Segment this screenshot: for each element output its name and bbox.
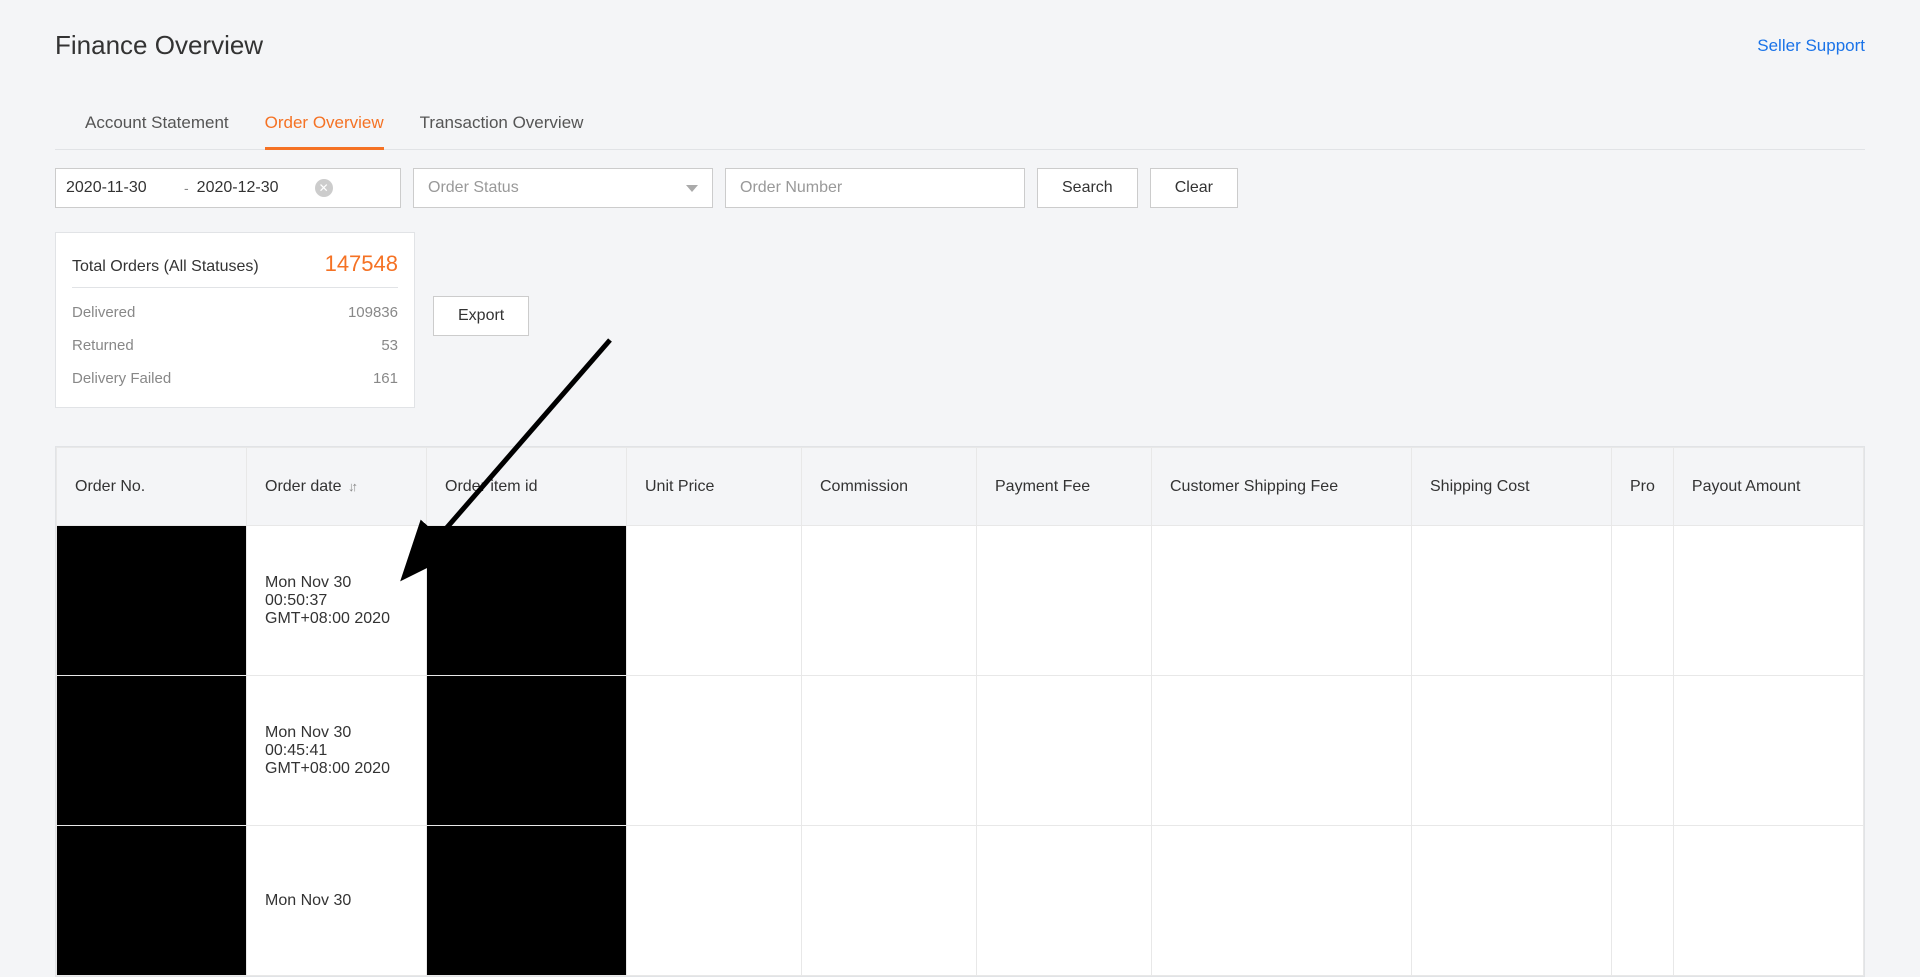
col-payout-amount[interactable]: Payout Amount — [1673, 448, 1863, 526]
col-unit-price[interactable]: Unit Price — [627, 448, 802, 526]
cell-payment-fee — [977, 676, 1152, 826]
tab-account-statement[interactable]: Account Statement — [85, 99, 229, 150]
filter-bar: - ✕ Order Status Search Clear — [55, 168, 1865, 208]
cell-payout-amount — [1673, 676, 1863, 826]
cell-order-date: Mon Nov 30 — [247, 826, 427, 976]
summary-row-delivery-failed: Delivery Failed 161 — [72, 362, 398, 395]
col-pro[interactable]: Pro — [1612, 448, 1674, 526]
summary-row-delivered: Delivered 109836 — [72, 296, 398, 329]
cell-pro — [1612, 826, 1674, 976]
table-header-row: Order No. Order date ↓↑ Order item id Un… — [57, 448, 1864, 526]
clear-date-icon[interactable]: ✕ — [315, 179, 333, 197]
cell-unit-price — [627, 526, 802, 676]
cell-pro — [1612, 526, 1674, 676]
summary-total-value: 147548 — [325, 251, 398, 277]
chevron-down-icon — [686, 185, 698, 192]
col-order-date[interactable]: Order date ↓↑ — [247, 448, 427, 526]
cell-shipping-cost — [1412, 526, 1612, 676]
cell-order-item-id-redacted — [427, 826, 627, 976]
cell-order-item-id-redacted — [427, 526, 627, 676]
cell-shipping-cost — [1412, 826, 1612, 976]
cell-customer-shipping-fee — [1152, 826, 1412, 976]
col-shipping-cost[interactable]: Shipping Cost — [1412, 448, 1612, 526]
tab-order-overview[interactable]: Order Overview — [265, 99, 384, 150]
summary-total-label: Total Orders (All Statuses) — [72, 258, 259, 276]
cell-unit-price — [627, 676, 802, 826]
cell-commission — [802, 676, 977, 826]
cell-pro — [1612, 676, 1674, 826]
order-status-placeholder: Order Status — [428, 179, 519, 197]
cell-order-date: Mon Nov 30 00:45:41 GMT+08:00 2020 — [247, 676, 427, 826]
date-from-input[interactable] — [66, 179, 176, 197]
cell-shipping-cost — [1412, 676, 1612, 826]
cell-order-date: Mon Nov 30 00:50:37 GMT+08:00 2020 — [247, 526, 427, 676]
cell-customer-shipping-fee — [1152, 526, 1412, 676]
summary-row-returned: Returned 53 — [72, 329, 398, 362]
order-number-input[interactable] — [725, 168, 1025, 208]
order-status-select[interactable]: Order Status — [413, 168, 713, 208]
col-customer-shipping-fee[interactable]: Customer Shipping Fee — [1152, 448, 1412, 526]
cell-order-no-redacted — [57, 826, 247, 976]
table-row[interactable]: Mon Nov 30 00:50:37 GMT+08:00 2020 — [57, 526, 1864, 676]
cell-payout-amount — [1673, 826, 1863, 976]
cell-order-no-redacted — [57, 526, 247, 676]
cell-order-item-id-redacted — [427, 676, 627, 826]
cell-payment-fee — [977, 526, 1152, 676]
date-to-input[interactable] — [197, 179, 307, 197]
cell-commission — [802, 826, 977, 976]
col-payment-fee[interactable]: Payment Fee — [977, 448, 1152, 526]
table-row[interactable]: Mon Nov 30 — [57, 826, 1864, 976]
cell-order-no-redacted — [57, 676, 247, 826]
cell-payout-amount — [1673, 526, 1863, 676]
cell-payment-fee — [977, 826, 1152, 976]
cell-commission — [802, 526, 977, 676]
tabs: Account Statement Order Overview Transac… — [55, 99, 1865, 150]
col-order-item-id[interactable]: Order item id — [427, 448, 627, 526]
summary-card: Total Orders (All Statuses) 147548 Deliv… — [55, 232, 415, 408]
clear-button[interactable]: Clear — [1150, 168, 1238, 208]
cell-customer-shipping-fee — [1152, 676, 1412, 826]
date-separator: - — [184, 180, 189, 196]
cell-unit-price — [627, 826, 802, 976]
tab-transaction-overview[interactable]: Transaction Overview — [420, 99, 584, 150]
orders-table: Order No. Order date ↓↑ Order item id Un… — [55, 446, 1865, 977]
date-range-picker[interactable]: - ✕ — [55, 168, 401, 208]
table-row[interactable]: Mon Nov 30 00:45:41 GMT+08:00 2020 — [57, 676, 1864, 826]
sort-icon[interactable]: ↓↑ — [348, 479, 355, 494]
export-button[interactable]: Export — [433, 296, 529, 336]
col-commission[interactable]: Commission — [802, 448, 977, 526]
seller-support-link[interactable]: Seller Support — [1757, 36, 1865, 56]
search-button[interactable]: Search — [1037, 168, 1138, 208]
page-title: Finance Overview — [55, 30, 263, 61]
col-order-no[interactable]: Order No. — [57, 448, 247, 526]
